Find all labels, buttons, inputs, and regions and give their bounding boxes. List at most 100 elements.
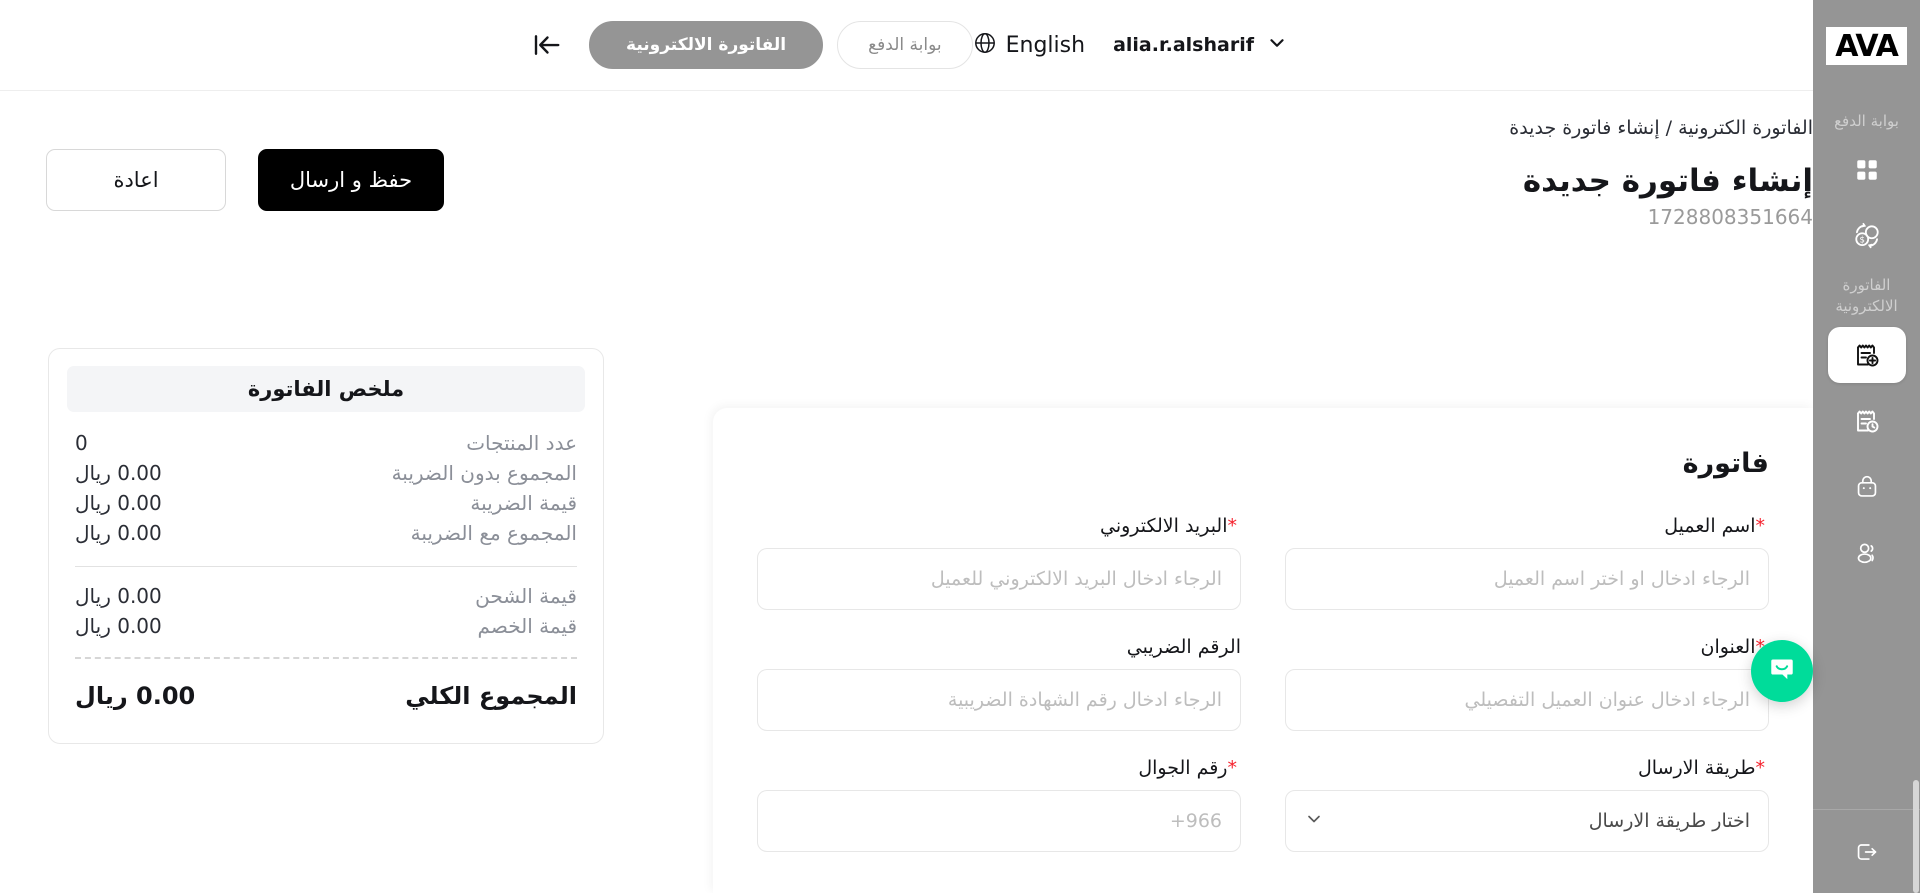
chat-bubble-icon: [1765, 652, 1799, 690]
summary-total-value: 0.00 ريال: [75, 682, 196, 710]
logo-text: AVA: [1835, 28, 1899, 64]
summary-value: 0.00 ريال: [75, 491, 162, 515]
email-label: *البريد الالكتروني: [757, 515, 1241, 537]
customer-name-label: *اسم العميل: [1285, 515, 1769, 537]
required-asterisk: *: [1227, 757, 1238, 779]
summary-value: 0.00 ريال: [75, 461, 162, 485]
summary-label: عدد المنتجات: [466, 431, 577, 455]
language-switcher[interactable]: English: [973, 31, 1085, 59]
right-sidebar: AVA بوابة الدفع $ الفاتورة الالكترونية: [1751, 0, 1920, 893]
summary-row-subtotal-excl-tax: المجموع بدون الضريبة 0.00 ريال: [67, 458, 585, 488]
chat-launcher-button[interactable]: [1751, 640, 1813, 702]
summary-value: 0.00 ريال: [75, 614, 162, 638]
header-user-area: alia.r.alsharif English: [973, 31, 1288, 59]
address-input[interactable]: [1285, 669, 1769, 731]
field-customer-name: *اسم العميل: [1285, 515, 1769, 610]
bag-icon: [1852, 472, 1882, 502]
page-scrollbar-thumb[interactable]: [1913, 780, 1919, 893]
email-label-text: البريد الالكتروني: [1100, 515, 1228, 537]
send-method-value: اختار طريقة الارسال: [1588, 810, 1750, 832]
payment-gateway-tab[interactable]: بوابة الدفع: [837, 21, 973, 69]
chevron-down-icon: [1266, 32, 1288, 58]
invoice-add-icon: [1851, 339, 1883, 371]
required-asterisk: *: [1755, 515, 1766, 537]
globe-icon: [973, 31, 997, 59]
summary-title: ملخص الفاتورة: [67, 366, 585, 412]
summary-divider-dashed: [75, 657, 577, 659]
einvoice-tab[interactable]: الفاتورة الالكترونية: [589, 21, 824, 69]
sidebar-item-transactions[interactable]: $: [1828, 208, 1906, 264]
field-tax-number: الرقم الضريبي: [757, 636, 1241, 731]
sidebar-item-logout[interactable]: [1828, 824, 1906, 880]
money-exchange-icon: $: [1850, 219, 1884, 253]
sidebar-item-create-invoice[interactable]: [1827, 326, 1906, 383]
logout-icon: [1852, 837, 1882, 867]
form-row-3: *طريقة الارسال اختار طريقة الارسال *رقم …: [757, 757, 1769, 852]
required-asterisk: *: [1227, 515, 1238, 537]
tax-number-label-text: الرقم الضريبي: [1126, 636, 1241, 658]
field-mobile: *رقم الجوال: [757, 757, 1241, 852]
summary-total-label: المجموع الكلي: [405, 682, 577, 710]
page-content: فاتورة *اسم العميل *البريد الالكتروني: [0, 348, 1813, 893]
send-method-label: *طريقة الارسال: [1285, 757, 1769, 779]
sidebar-item-customers[interactable]: [1828, 525, 1906, 581]
breadcrumb: الفاتورة الكترونية / إنشاء فاتورة جديدة: [1509, 117, 1813, 139]
sidebar-item-invoice-history[interactable]: [1828, 393, 1906, 449]
customer-name-input[interactable]: [1285, 548, 1769, 610]
summary-row-products-count: عدد المنتجات 0: [67, 428, 585, 458]
user-name-label: alia.r.alsharif: [1113, 34, 1254, 56]
field-address: *العنوان: [1285, 636, 1769, 731]
summary-label: قيمة الخصم: [477, 614, 577, 638]
summary-value: 0.00 ريال: [75, 521, 162, 545]
sidebar-section-label-einvoice: الفاتورة الالكترونية: [1835, 276, 1898, 315]
collapse-sidebar-icon[interactable]: [529, 27, 565, 63]
tax-number-input[interactable]: [757, 669, 1241, 731]
page-actions: حفظ و ارسال اعادة: [46, 149, 444, 211]
send-method-select[interactable]: اختار طريقة الارسال: [1285, 790, 1769, 852]
sidebar-footer: [1813, 809, 1920, 893]
mobile-label: *رقم الجوال: [757, 757, 1241, 779]
summary-label: المجموع بدون الضريبة: [391, 461, 577, 485]
send-method-label-text: طريقة الارسال: [1637, 757, 1756, 779]
summary-label: المجموع مع الضريبة: [410, 521, 577, 545]
grid-dashboard-icon: [1854, 157, 1880, 183]
top-header: alia.r.alsharif English بوابة الدفع الفا…: [0, 0, 1813, 91]
summary-row-discount: قيمة الخصم 0.00 ريال: [67, 611, 585, 641]
summary-row-tax-amount: قيمة الضريبة 0.00 ريال: [67, 488, 585, 518]
users-icon: [1852, 538, 1882, 568]
header-nav-pills: بوابة الدفع الفاتورة الالكترونية: [529, 21, 973, 69]
email-input[interactable]: [757, 548, 1241, 610]
app-root: alia.r.alsharif English بوابة الدفع الفا…: [0, 0, 1920, 893]
invoice-form-card: فاتورة *اسم العميل *البريد الالكتروني: [713, 408, 1813, 893]
summary-label: قيمة الضريبة: [470, 491, 577, 515]
address-label-text: العنوان: [1700, 636, 1756, 658]
page-scrollbar[interactable]: [1912, 0, 1920, 893]
invoice-history-icon: [1851, 405, 1883, 437]
sidebar-section-label-payment-gateway: بوابة الدفع: [1834, 112, 1899, 130]
form-section-title: فاتورة: [1682, 448, 1769, 479]
sidebar-item-products[interactable]: [1828, 459, 1906, 515]
mobile-input[interactable]: [757, 790, 1241, 852]
sidebar-nav: بوابة الدفع $ الفاتورة الالكترونية: [1813, 91, 1920, 809]
summary-label: قيمة الشحن: [475, 584, 577, 608]
svg-text:$: $: [1859, 236, 1864, 246]
summary-value: 0: [75, 431, 88, 455]
language-label: English: [1005, 32, 1086, 58]
tax-number-label: الرقم الضريبي: [757, 636, 1241, 658]
form-row-2: *العنوان الرقم الضريبي: [757, 636, 1769, 731]
summary-divider: [75, 566, 577, 567]
user-menu[interactable]: alia.r.alsharif: [1113, 32, 1288, 58]
app-logo: AVA: [1813, 0, 1920, 91]
field-send-method: *طريقة الارسال اختار طريقة الارسال: [1285, 757, 1769, 852]
summary-row-shipping: قيمة الشحن 0.00 ريال: [67, 581, 585, 611]
field-email: *البريد الالكتروني: [757, 515, 1241, 610]
reset-button[interactable]: اعادة: [46, 149, 226, 211]
invoice-summary-card: ملخص الفاتورة عدد المنتجات 0 المجموع بدو…: [48, 348, 604, 744]
logo-box: AVA: [1826, 26, 1907, 65]
form-row-1: *اسم العميل *البريد الالكتروني: [757, 515, 1769, 610]
save-and-send-button[interactable]: حفظ و ارسال: [258, 149, 444, 211]
required-asterisk: *: [1755, 757, 1766, 779]
summary-value: 0.00 ريال: [75, 584, 162, 608]
sidebar-item-dashboard[interactable]: [1828, 142, 1906, 198]
summary-row-total-incl-tax: المجموع مع الضريبة 0.00 ريال: [67, 518, 585, 548]
